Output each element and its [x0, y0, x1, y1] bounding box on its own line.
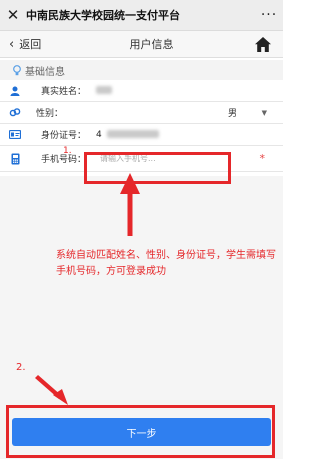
phone-highlight-box [84, 152, 231, 184]
home-icon [255, 36, 271, 52]
phone-label: 手机号码： [40, 155, 86, 165]
back-label: 返回 [19, 38, 42, 51]
id-number-label: 身份证号： [40, 131, 86, 141]
id-number-prefix: 4 [96, 129, 102, 140]
section-title: 基础信息 [25, 66, 65, 78]
step-1-label: 1. [63, 146, 72, 156]
gender-row[interactable]: 性别： 男 ▼ [0, 102, 283, 124]
lightbulb-icon [13, 64, 21, 76]
section-header: 基础信息 [0, 60, 283, 80]
name-value [90, 86, 283, 96]
gender-label: 性别： [36, 109, 64, 119]
id-number-row: 身份证号： 4 [0, 124, 283, 146]
gender-value[interactable]: 男 [228, 106, 237, 119]
app-title: 中南民族大学校园统一支付平台 [26, 9, 180, 22]
id-card-icon [0, 130, 30, 139]
back-button[interactable]: ‹ 返回 [0, 36, 60, 52]
gender-icon [0, 107, 30, 118]
id-number-value: 4 [90, 130, 283, 140]
close-icon[interactable]: ✕ [0, 6, 26, 24]
name-label: 真实姓名： [40, 87, 86, 97]
required-mark: * [259, 152, 266, 165]
name-row: 真实姓名： [0, 80, 283, 102]
more-icon[interactable]: ··· [255, 7, 283, 23]
chevron-left-icon: ‹ [9, 36, 15, 52]
page-navbar: ‹ 返回 用户信息 [0, 31, 283, 58]
page-title: 用户信息 [129, 38, 174, 51]
phone-icon [0, 153, 30, 165]
app-titlebar: ✕ 中南民族大学校园统一支付平台 ··· [0, 0, 283, 31]
instruction-note: 系统自动匹配姓名、性别、身份证号，学生需填写手机号码，方可登录成功 [56, 250, 276, 277]
dropdown-caret-icon[interactable]: ▼ [262, 109, 267, 117]
step-2-label: 2. [16, 362, 26, 373]
home-button[interactable] [243, 36, 283, 52]
user-icon [0, 86, 30, 96]
next-step-button[interactable]: 下一步 [12, 418, 271, 446]
